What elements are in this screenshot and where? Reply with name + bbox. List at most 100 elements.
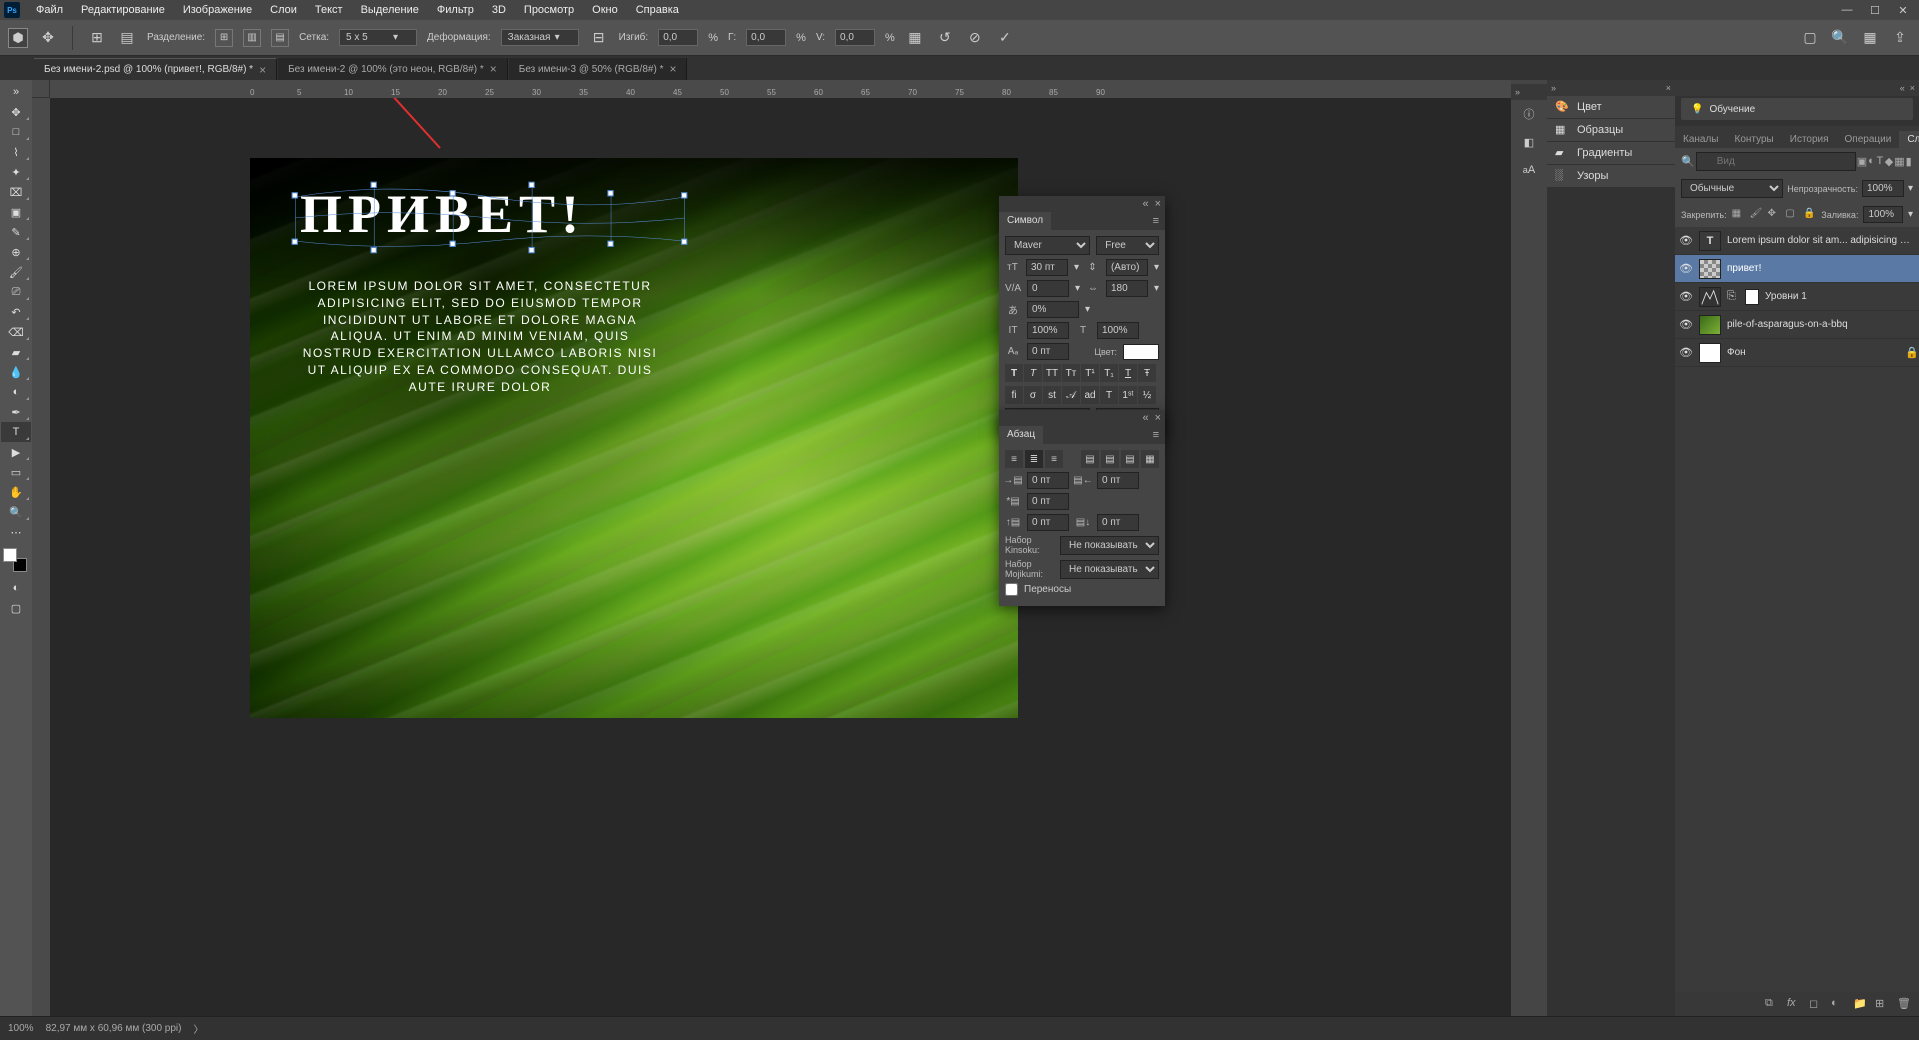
lock-position-icon[interactable]: ✥ [1767,208,1780,222]
eyedropper-tool[interactable]: ✎ [1,222,31,242]
document-tab-2[interactable]: Без имени-2 @ 100% (это неон, RGB/8#) * … [278,58,508,80]
font-size-input[interactable] [1026,259,1068,276]
align-right-button[interactable]: ≡ [1045,450,1063,468]
eraser-tool[interactable]: ⌫ [1,322,31,342]
leading-input[interactable] [1106,259,1148,276]
adjustment-layer-icon[interactable]: ◐ [1831,997,1845,1011]
cancel-transform-icon[interactable]: ⊘ [965,28,985,48]
col-b-close[interactable]: × [1910,83,1915,93]
search-icon[interactable]: 🔍 [1829,27,1851,49]
fill-input[interactable]: 100% [1863,206,1903,223]
font-style-select[interactable]: Free [1096,236,1159,255]
layer-row[interactable]: 👁 ⎘ Уровни 1 [1675,283,1919,311]
char-panel-close[interactable]: × [1155,198,1161,210]
character-tab[interactable]: Символ [999,212,1051,230]
crop-tool[interactable]: ⌧ [1,182,31,202]
new-layer-icon[interactable]: ⊞ [1875,997,1889,1011]
justify-right-button[interactable]: ▤ [1121,450,1139,468]
filter-text-icon[interactable]: T [1876,155,1883,169]
v-input[interactable]: 0,0 [835,29,875,46]
shape-tool[interactable]: ▭ [1,462,31,482]
layer-row[interactable]: 👁 привет! [1675,255,1919,283]
commit-transform-icon[interactable]: ✓ [995,28,1015,48]
underline-button[interactable]: T [1119,364,1137,382]
path-selection-tool[interactable]: ▶ [1,442,31,462]
contextual-button[interactable]: σ [1024,386,1042,404]
swatches-panel-button[interactable]: ▦Образцы [1547,119,1675,141]
transform-controls-icon[interactable]: ✥ [38,28,58,48]
minimize-button[interactable]: — [1835,1,1859,19]
layer-row[interactable]: 👁 T Lorem ipsum dolor sit am... adipisic… [1675,227,1919,255]
indent-left-input[interactable] [1027,472,1069,489]
menu-text[interactable]: Текст [307,2,351,18]
adjustments-icon[interactable]: ◧ [1514,129,1544,155]
menu-layers[interactable]: Слои [262,2,305,18]
discretionary-button[interactable]: st [1043,386,1061,404]
warp-select[interactable]: Заказная ▾ [501,29,579,46]
lasso-tool[interactable]: ⌇ [1,142,31,162]
zoom-level[interactable]: 100% [8,1023,34,1034]
menu-image[interactable]: Изображение [175,2,260,18]
split-cross-icon[interactable]: ⊞ [87,28,107,48]
lock-all-icon[interactable]: 🔒 [1803,208,1816,222]
document-tab-3[interactable]: Без имени-3 @ 50% (RGB/8#) * × [509,58,688,80]
visibility-toggle[interactable]: 👁 [1679,262,1693,276]
split-rows-icon[interactable]: ▤ [271,29,289,47]
document-info[interactable]: 82,97 мм x 60,96 мм (300 ppi) [46,1023,182,1034]
properties-icon[interactable]: ⓘ [1514,101,1544,127]
delete-layer-icon[interactable]: 🗑 [1897,997,1911,1011]
bold-button[interactable]: T [1005,364,1023,382]
share-icon[interactable]: ⇪ [1889,27,1911,49]
character-panel[interactable]: «× Символ≡ Maver Free тТ▾ ⇕▾ V/A▾ ⇔▾ あ▾ … [999,196,1165,437]
stylistic-button[interactable]: ad [1081,386,1099,404]
artboard[interactable]: ПРИВЕТ! LOREM IPSUM DOLOR SIT AMET, CONS… [250,158,1018,718]
close-button[interactable]: ✕ [1891,1,1915,19]
learn-button[interactable]: 💡 Обучение [1681,98,1913,120]
lock-pixels-icon[interactable]: 🖌 [1750,208,1763,222]
group-icon[interactable]: 📁 [1853,997,1867,1011]
col-a-collapse[interactable]: » [1551,83,1556,93]
smallcaps-button[interactable]: Tᴛ [1062,364,1080,382]
marquee-tool[interactable]: □ [1,122,31,142]
filter-image-icon[interactable]: ▣ [1857,155,1867,169]
info-flyout-icon[interactable]: 〉 [194,1021,204,1036]
clone-stamp-tool[interactable]: ⎚ [1,282,31,302]
healing-brush-tool[interactable]: ⊕ [1,242,31,262]
text-color-swatch[interactable] [1123,344,1159,360]
bend-input[interactable]: 0,0 [658,29,698,46]
gradient-tool[interactable]: ▰ [1,342,31,362]
kerning-input[interactable] [1027,280,1069,297]
strip-collapse[interactable]: » [1515,87,1520,97]
warp-orientation-icon[interactable]: ⊟ [589,28,609,48]
tab-actions[interactable]: Операции [1837,131,1900,148]
font-family-select[interactable]: Maver [1005,236,1090,255]
filter-smart-icon[interactable]: ▦ [1894,155,1904,169]
reset-icon[interactable]: ↺ [935,28,955,48]
tab-close-2[interactable]: × [490,62,497,76]
canvas-area[interactable]: 0 5 10 15 20 25 30 35 40 45 50 55 60 65 … [32,80,1511,1016]
lock-artboard-icon[interactable]: ▢ [1785,208,1798,222]
char-panel-menu[interactable]: ≡ [1147,212,1165,230]
document-tab-1[interactable]: Без имени-2.psd @ 100% (привет!, RGB/8#)… [34,58,277,80]
character-dock-icon[interactable]: aA [1514,157,1544,183]
visibility-toggle[interactable]: 👁 [1679,290,1693,304]
color-panel-button[interactable]: 🎨Цвет [1547,96,1675,118]
vscale-input[interactable] [1027,322,1069,339]
visibility-toggle[interactable]: 👁 [1679,234,1693,248]
tab-close-1[interactable]: × [259,63,266,77]
tab-paths[interactable]: Контуры [1727,131,1782,148]
maximize-button[interactable]: ☐ [1863,1,1887,19]
mojikumi-select[interactable]: Не показывать [1060,560,1159,579]
move-tool[interactable]: ✥ [1,102,31,122]
align-center-button[interactable]: ≣ [1025,450,1043,468]
layer-style-icon[interactable]: fx [1787,997,1801,1011]
paragraph-panel[interactable]: «× Абзац≡ ≡ ≣ ≡ ▤ ▤ ▤ ▦ →▤ ▤← *▤ ↑▤ ▤↓ [999,410,1165,606]
justify-center-button[interactable]: ▤ [1101,450,1119,468]
fractions-button[interactable]: ½ [1138,386,1156,404]
baseline-input[interactable] [1027,343,1069,360]
filter-toggle[interactable]: ▮ [1906,155,1913,169]
visibility-toggle[interactable]: 👁 [1679,318,1693,332]
space-before-input[interactable] [1027,514,1069,531]
menu-filter[interactable]: Фильтр [429,2,482,18]
screen-mode-toggle[interactable]: ▢ [1,598,31,618]
